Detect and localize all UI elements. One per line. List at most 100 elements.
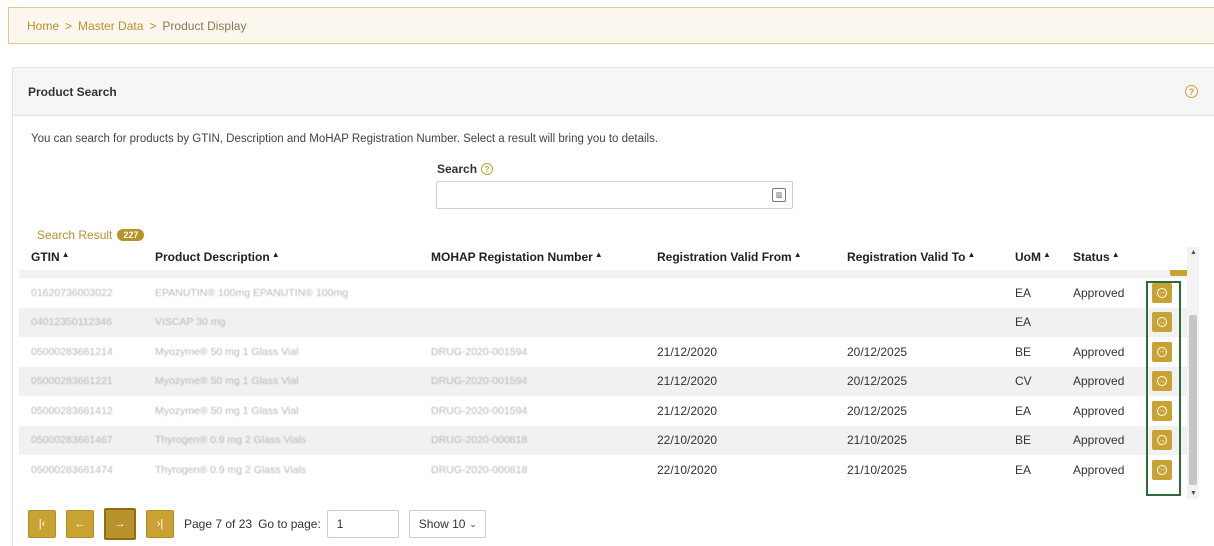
breadcrumb-home[interactable]: Home bbox=[27, 19, 59, 33]
search-label: Search ? bbox=[437, 162, 494, 176]
result-count-badge: 227 bbox=[117, 229, 145, 241]
scroll-down-arrow-icon[interactable]: ▼ bbox=[1190, 490, 1197, 497]
column-header-uom[interactable]: UoM ▲ bbox=[1003, 250, 1061, 264]
column-header-gtin[interactable]: GTIN ▲ bbox=[19, 250, 143, 264]
valid-to-cell: 21/10/2025 bbox=[847, 433, 908, 448]
open-details-button[interactable]: → bbox=[1152, 400, 1172, 421]
valid-from-cell: 22/10/2020 bbox=[657, 462, 718, 477]
panel-title: Product Search bbox=[28, 84, 117, 99]
table-row[interactable]: 05000283661467 Thyrogen® 0.9 mg 2 Glass V… bbox=[19, 425, 1187, 455]
status-cell: Approved bbox=[1073, 462, 1125, 477]
scroll-up-arrow-icon[interactable]: ▲ bbox=[1190, 249, 1197, 256]
open-details-button[interactable]: → bbox=[1152, 459, 1172, 480]
sort-asc-icon: ▲ bbox=[967, 250, 976, 259]
open-details-button[interactable]: → bbox=[1152, 430, 1172, 451]
gtin-cell: 05000283661474 bbox=[31, 463, 113, 476]
table-row[interactable]: 04012350112346 VISCAP 30 mg EA → bbox=[19, 307, 1187, 337]
search-help-icon[interactable]: ? bbox=[481, 163, 494, 175]
open-details-button[interactable]: → bbox=[1152, 312, 1172, 333]
arrow-right-circle-icon: → bbox=[1157, 464, 1167, 475]
uom-cell: BE bbox=[1015, 344, 1032, 359]
open-details-button[interactable]: → bbox=[1152, 282, 1172, 303]
open-details-button[interactable]: → bbox=[1152, 371, 1172, 392]
open-details-button[interactable]: → bbox=[1152, 341, 1172, 362]
panel-header: Product Search ? bbox=[13, 68, 1214, 116]
description-cell: Myozyme® 50 mg 1 Glass Vial bbox=[155, 404, 299, 417]
breadcrumb-separator: > bbox=[65, 18, 73, 33]
arrow-right-circle-icon: → bbox=[1157, 317, 1167, 328]
action-cell: → bbox=[1137, 371, 1187, 392]
help-icon[interactable]: ? bbox=[1185, 85, 1198, 98]
registration-number-cell: DRUG-2020-001594 bbox=[431, 375, 528, 388]
table-row[interactable]: 05000283661221 Myozyme® 50 mg 1 Glass Via… bbox=[19, 366, 1187, 396]
chevron-down-icon: ⌄ bbox=[469, 518, 477, 529]
search-field: ▥ bbox=[436, 181, 793, 209]
status-cell: Approved bbox=[1073, 403, 1125, 418]
arrow-right-circle-icon: → bbox=[1157, 405, 1167, 416]
uom-cell: EA bbox=[1015, 462, 1032, 477]
barcode-scan-icon[interactable]: ▥ bbox=[772, 188, 786, 202]
breadcrumb: Home > Master Data > Product Display bbox=[8, 7, 1214, 44]
page-size-select[interactable]: Show 10 ⌄ bbox=[408, 510, 486, 538]
valid-to-cell: 20/12/2025 bbox=[847, 344, 908, 359]
product-search-panel: Product Search ? You can search for prod… bbox=[12, 67, 1214, 546]
table-row[interactable]: 01620736003022 EPANUTIN® 100mg EPANUTIN® … bbox=[19, 278, 1187, 308]
gtin-cell: 05000283661467 bbox=[31, 434, 113, 447]
sort-asc-icon: ▲ bbox=[1043, 250, 1051, 259]
registration-number-cell: DRUG-2020-001594 bbox=[431, 345, 528, 358]
description-cell: VISCAP 30 mg bbox=[155, 316, 226, 329]
gtin-cell: 05000283661221 bbox=[31, 375, 113, 388]
uom-cell: EA bbox=[1015, 315, 1032, 330]
uom-cell: EA bbox=[1015, 403, 1032, 418]
valid-from-cell: 21/12/2020 bbox=[657, 403, 718, 418]
column-header-valid-from[interactable]: Registration Valid From ▲ bbox=[645, 250, 835, 264]
registration-number-cell: DRUG-2020-000818 bbox=[431, 463, 528, 476]
uom-cell: CV bbox=[1015, 374, 1032, 389]
column-header-registration-number[interactable]: MOHAP Registation Number ▲ bbox=[419, 250, 645, 264]
column-header-valid-to[interactable]: Registration Valid To ▲ bbox=[835, 250, 1003, 264]
uom-cell: BE bbox=[1015, 433, 1032, 448]
action-cell: → bbox=[1137, 430, 1187, 451]
goto-page-input[interactable]: 1 bbox=[326, 510, 399, 538]
first-page-button[interactable]: |‹ bbox=[28, 510, 56, 538]
pagination: |‹ ← → ›| Page 7 of 23 Go to page: 1 Sho… bbox=[28, 508, 486, 540]
sort-asc-icon: ▲ bbox=[793, 250, 802, 259]
uom-cell: EA bbox=[1015, 285, 1032, 300]
last-page-button[interactable]: ›| bbox=[146, 510, 174, 538]
arrow-right-circle-icon: → bbox=[1157, 287, 1167, 298]
search-result-label: Search Result 227 bbox=[37, 228, 145, 242]
search-instructions: You can search for products by GTIN, Des… bbox=[31, 133, 659, 145]
valid-from-cell: 22/10/2020 bbox=[657, 433, 718, 448]
page-info: Page 7 of 23 bbox=[184, 517, 253, 531]
column-header-description[interactable]: Product Description ▲ bbox=[143, 250, 419, 264]
table-row[interactable]: 05000283661474 Thyrogen® 0.9 mg 2 Glass V… bbox=[19, 455, 1187, 485]
valid-from-cell: 21/12/2020 bbox=[657, 374, 718, 389]
table-row[interactable]: 05000283661214 Myozyme® 50 mg 1 Glass Via… bbox=[19, 337, 1187, 367]
next-page-button[interactable]: → bbox=[104, 508, 136, 540]
valid-to-cell: 20/12/2025 bbox=[847, 374, 908, 389]
sort-asc-icon: ▲ bbox=[1111, 250, 1120, 259]
previous-page-button[interactable]: ← bbox=[66, 510, 94, 538]
breadcrumb-master-data[interactable]: Master Data bbox=[78, 19, 143, 33]
table-scrollbar[interactable]: ▲ ▼ bbox=[1187, 247, 1199, 499]
table-body: 01620736003022 EPANUTIN® 100mg EPANUTIN® … bbox=[19, 278, 1187, 485]
status-cell: Approved bbox=[1073, 374, 1125, 389]
goto-page-label: Go to page: bbox=[258, 517, 321, 531]
column-header-status[interactable]: Status ▲ bbox=[1061, 250, 1137, 264]
scrollbar-thumb[interactable] bbox=[1189, 315, 1197, 485]
description-cell: EPANUTIN® 100mg EPANUTIN® 100mg bbox=[155, 286, 349, 299]
search-input[interactable] bbox=[437, 182, 757, 208]
table-row[interactable]: 05000283661412 Myozyme® 50 mg 1 Glass Via… bbox=[19, 396, 1187, 426]
description-cell: Myozyme® 50 mg 1 Glass Vial bbox=[155, 345, 299, 358]
description-cell: Myozyme® 50 mg 1 Glass Vial bbox=[155, 375, 299, 388]
gtin-cell: 05000283661412 bbox=[31, 404, 113, 417]
gtin-cell: 01620736003022 bbox=[31, 286, 113, 299]
breadcrumb-separator: > bbox=[149, 18, 157, 33]
search-result-text: Search Result bbox=[37, 228, 113, 242]
gtin-cell: 04012350112346 bbox=[31, 316, 112, 329]
status-cell: Approved bbox=[1073, 433, 1125, 448]
action-cell: → bbox=[1137, 400, 1187, 421]
arrow-right-circle-icon: → bbox=[1157, 435, 1167, 446]
valid-from-cell: 21/12/2020 bbox=[657, 344, 718, 359]
sort-asc-icon: ▲ bbox=[61, 250, 70, 259]
